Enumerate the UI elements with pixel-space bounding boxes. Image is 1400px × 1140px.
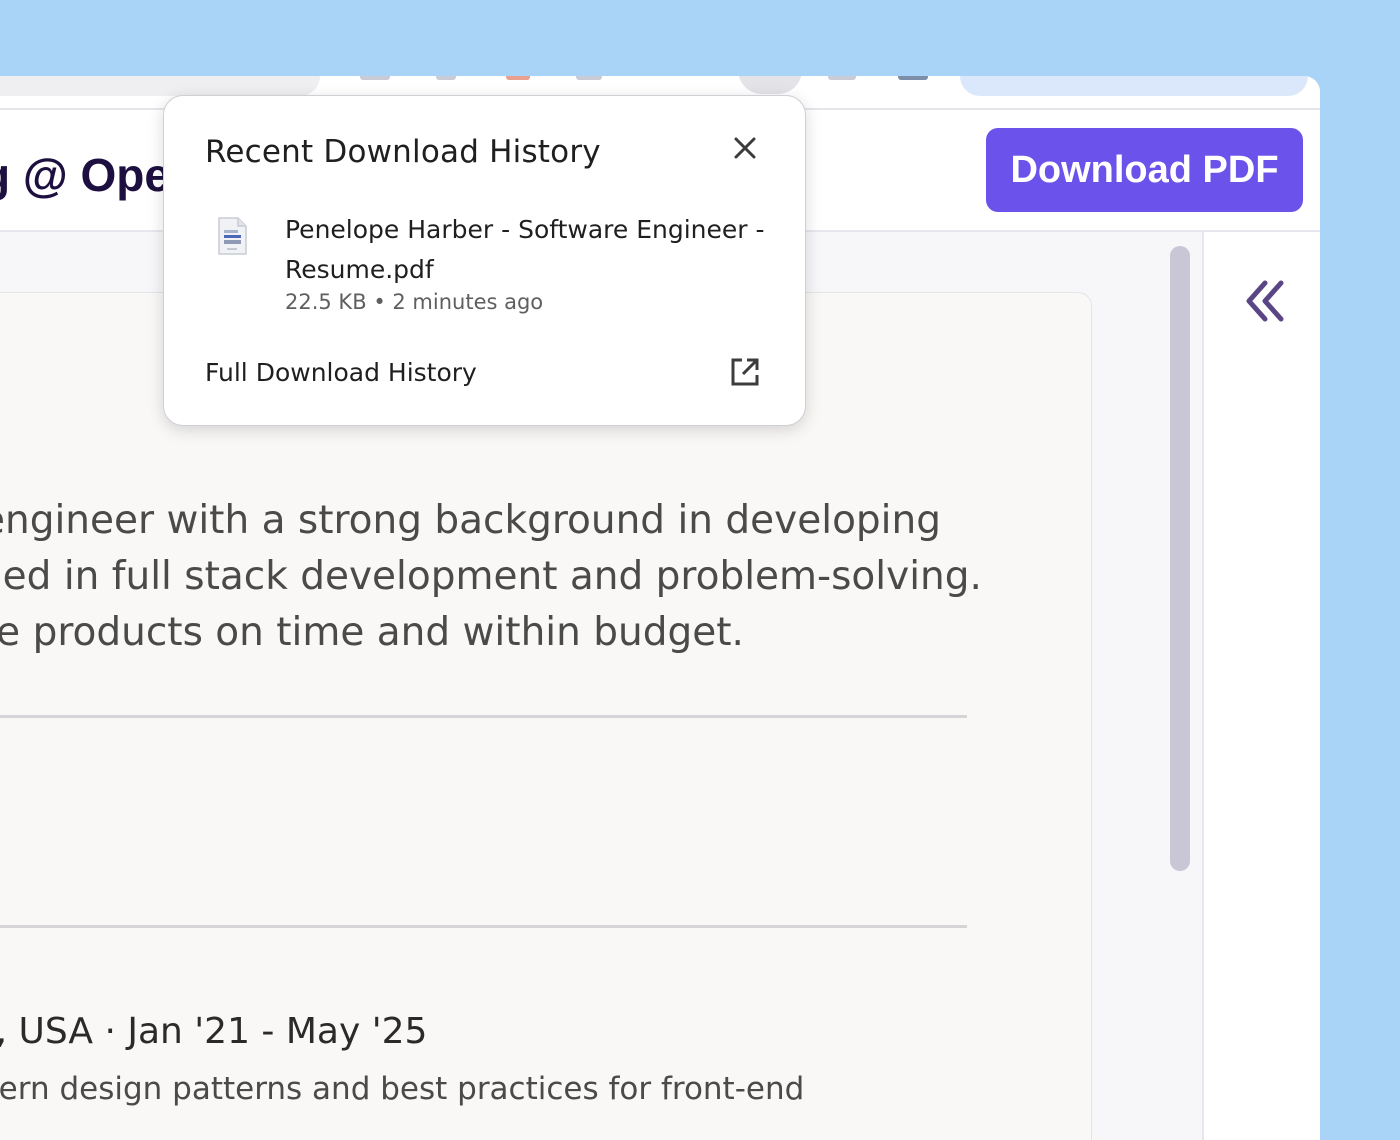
- address-bar[interactable]: [0, 76, 320, 96]
- pdf-file-icon[interactable]: [216, 216, 248, 256]
- full-download-history-link[interactable]: Full Download History: [205, 358, 477, 387]
- double-chevron-left-icon: [1246, 280, 1284, 322]
- section-divider: [0, 925, 967, 928]
- profile-icon[interactable]: [898, 76, 928, 80]
- open-external-button[interactable]: [727, 354, 763, 390]
- downloaded-file-name[interactable]: Penelope Harber - Software Engineer - Re…: [285, 210, 775, 290]
- job-description: dern design patterns and best practices …: [0, 1071, 805, 1107]
- extension-icon[interactable]: [828, 76, 856, 80]
- file-time: 2 minutes ago: [392, 290, 544, 314]
- extension-icon[interactable]: [360, 76, 390, 80]
- scrollbar-thumb[interactable]: [1170, 246, 1190, 871]
- open-external-icon: [731, 358, 759, 386]
- resume-summary: engineer with a strong background in dev…: [0, 493, 1041, 661]
- side-panel: [1202, 232, 1320, 1140]
- close-icon: [734, 137, 756, 159]
- summary-line: lled in full stack development and probl…: [0, 554, 982, 599]
- download-history-popup: Recent Download History Penelope Harber …: [163, 95, 806, 426]
- extension-icon[interactable]: [506, 76, 530, 80]
- extension-icon[interactable]: [576, 76, 602, 80]
- extension-icon[interactable]: [436, 76, 456, 80]
- summary-line: engineer with a strong background in dev…: [0, 498, 941, 543]
- scrollbar[interactable]: [1170, 246, 1190, 871]
- summary-line: re products on time and within budget.: [0, 610, 744, 655]
- popup-title: Recent Download History: [205, 134, 601, 170]
- collapse-panel-button[interactable]: [1240, 276, 1290, 326]
- downloads-toolbar-button[interactable]: [738, 76, 802, 94]
- download-pdf-button[interactable]: Download PDF: [986, 128, 1303, 212]
- meta-separator: •: [373, 290, 386, 314]
- section-divider: [0, 715, 967, 718]
- job-location-dates: A, USA · Jan '21 - May '25: [0, 1011, 428, 1052]
- toolbar-pill-button[interactable]: [960, 76, 1308, 96]
- close-button[interactable]: [727, 130, 763, 166]
- downloaded-file-meta: 22.5 KB • 2 minutes ago: [285, 290, 543, 314]
- file-size: 22.5 KB: [285, 290, 367, 314]
